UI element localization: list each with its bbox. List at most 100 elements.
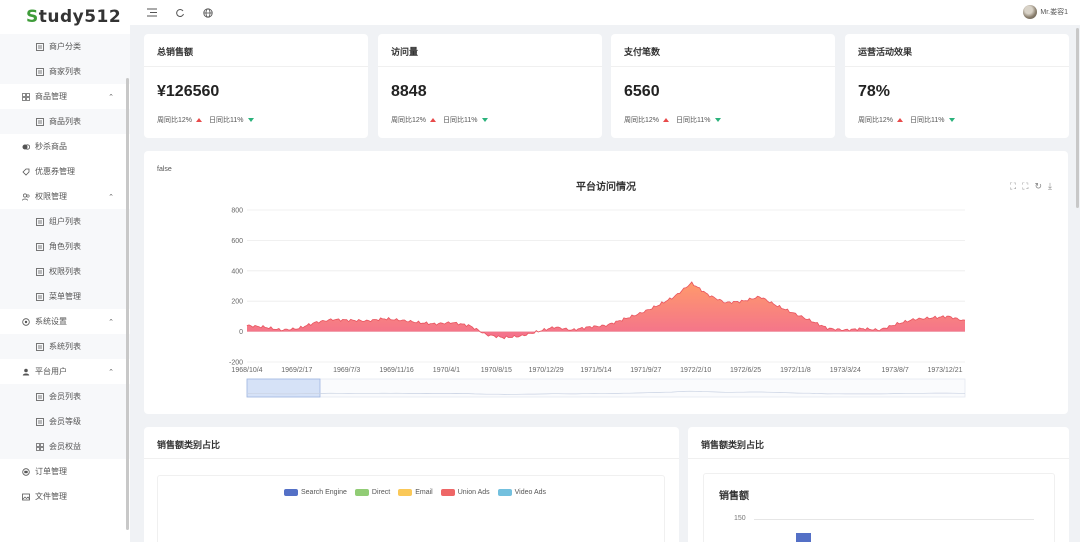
topbar: Mr.娄容1 (130, 0, 1080, 25)
sidebar-item[interactable]: 会员列表 (0, 384, 130, 409)
list-icon (35, 267, 45, 277)
trend-up-icon (430, 118, 437, 122)
submenu: 组户列表角色列表 权限列表菜单管理 (0, 209, 130, 309)
y-tick-label: 400 (231, 268, 243, 275)
submenu: 商品列表 (0, 109, 130, 134)
sidebar-item[interactable]: 订单管理 (0, 459, 130, 484)
panel-divider (688, 458, 1069, 459)
legend-item[interactable]: Union Ads (440, 489, 490, 496)
chevron-up-icon[interactable]: ⌃ (108, 318, 114, 326)
trend-up-icon (897, 118, 904, 122)
sidebar-item-label: 会员等级 (49, 417, 81, 426)
globe-icon[interactable] (202, 7, 214, 19)
sidebar-item[interactable]: 权限管理 ⌃ (0, 184, 130, 209)
sidebar-item[interactable]: 商家列表 (0, 59, 130, 84)
trend-up-icon (196, 118, 203, 122)
sidebar-item[interactable]: 优惠券管理 (0, 159, 130, 184)
sidebar-item[interactable]: 秒杀商品 (0, 134, 130, 159)
sidebar-item[interactable]: 商品管理 ⌃ (0, 84, 130, 109)
list-icon (35, 292, 45, 302)
legend-item[interactable]: Direct (354, 489, 390, 496)
coins-icon (21, 142, 31, 152)
y-tick-label: 0 (239, 329, 243, 336)
sidebar-item-label: 会员权益 (49, 442, 81, 451)
legend-item[interactable]: Video Ads (497, 489, 546, 496)
menu-toggle-icon[interactable] (146, 7, 158, 19)
legend-item[interactable]: Search Engine (284, 489, 347, 496)
sidebar-item-label: 商品管理 (35, 92, 67, 101)
stat-value: 8848 (391, 83, 427, 100)
stat-value: 78% (858, 83, 891, 100)
sidebar-item-label: 秒杀商品 (35, 142, 67, 151)
image-icon (21, 492, 31, 502)
sidebar-scrollbar[interactable] (126, 78, 129, 530)
list-icon (35, 342, 45, 352)
refresh-icon[interactable] (174, 7, 186, 19)
sidebar-item[interactable]: 角色列表 (0, 234, 130, 259)
sidebar-item-label: 组户列表 (49, 217, 81, 226)
list-icon (35, 392, 45, 402)
sidebar-item-label: 会员列表 (49, 392, 81, 401)
day-compare: 日同比11% (910, 117, 945, 124)
x-tick-label: 1972/6/25 (730, 367, 761, 374)
x-tick-label: 1972/2/10 (680, 367, 711, 374)
legend-label: Email (415, 489, 433, 496)
sidebar-item[interactable]: 系统列表 (0, 334, 130, 359)
y-tick-label: 200 (231, 299, 243, 306)
sidebar-item[interactable]: 菜单管理 (0, 284, 130, 309)
x-tick-label: 1970/12/29 (529, 367, 564, 374)
x-tick-label: 1968/10/4 (231, 367, 262, 374)
sidebar-item[interactable]: 组户列表 (0, 209, 130, 234)
legend-swatch (440, 489, 455, 496)
stat-value: ¥126560 (157, 83, 220, 100)
week-compare: 周同比12% (624, 117, 660, 124)
sidebar-item[interactable]: 系统设置 ⌃ (0, 309, 130, 334)
x-tick-label: 1970/8/15 (481, 367, 512, 374)
sidebar-item[interactable]: 文件管理 (0, 484, 130, 509)
trend-down-icon (247, 118, 254, 122)
stat-title: 总销售额 (157, 47, 194, 57)
visits-chart-card: false 平台访问情况 ⛶ ⛶ ↻ ⤓ -200 0 200 400 600 800 19… (144, 151, 1068, 414)
sidebar-item-label: 菜单管理 (49, 292, 81, 301)
list-icon (35, 242, 45, 252)
category-share-panel: 销售额类别占比 Search Engine Direct Email Union Ad… (144, 427, 679, 542)
sidebar-item-label: 订单管理 (35, 467, 67, 476)
sidebar-item-label: 优惠券管理 (35, 167, 75, 176)
stat-trend: 周同比12% 日同比11% (391, 115, 488, 125)
chevron-up-icon[interactable]: ⌃ (108, 93, 114, 101)
page-scrollbar[interactable] (1076, 28, 1079, 208)
chart-legend: Search Engine Direct Email Union Ads Video A… (284, 489, 546, 496)
stat-card: 总销售额 ¥126560 周同比12% 日同比11% (144, 34, 368, 138)
stat-divider (144, 66, 368, 67)
chevron-up-icon[interactable]: ⌃ (108, 193, 114, 201)
stat-title: 运营活动效果 (858, 47, 913, 57)
zoom-slider-track[interactable] (246, 378, 966, 398)
logo[interactable]: Study512 (0, 0, 130, 34)
x-tick-label: 1973/12/21 (927, 367, 962, 374)
legend-label: Search Engine (301, 489, 347, 496)
sidebar-item[interactable]: 商户分类 (0, 34, 130, 59)
legend-swatch (284, 489, 298, 496)
zoom-slider-handle[interactable] (246, 378, 321, 398)
week-compare: 周同比12% (858, 117, 894, 124)
user-menu[interactable]: Mr.娄容1 (1023, 5, 1068, 19)
submenu: 系统列表 (0, 334, 130, 359)
week-compare: 周同比12% (391, 117, 427, 124)
sidebar-item[interactable]: 平台用户 ⌃ (0, 359, 130, 384)
x-tick-label: 1969/11/16 (379, 367, 414, 374)
trend-down-icon (948, 118, 955, 122)
chevron-up-icon[interactable]: ⌃ (108, 368, 114, 376)
legend-item[interactable]: Email (398, 489, 433, 496)
sidebar-item[interactable]: 会员权益 (0, 434, 130, 459)
day-compare: 日同比11% (443, 117, 478, 124)
tag-icon (21, 167, 31, 177)
stat-title: 访问量 (391, 47, 419, 57)
pie-chart-area (157, 475, 665, 542)
sidebar-item-label: 权限管理 (35, 192, 67, 201)
sidebar-item[interactable]: 商品列表 (0, 109, 130, 134)
x-tick-label: 1969/2/17 (281, 367, 312, 374)
user-name: Mr.娄容1 (1040, 9, 1068, 16)
sidebar-item[interactable]: 权限列表 (0, 259, 130, 284)
y-tick-label: -200 (229, 360, 243, 367)
sidebar-item[interactable]: 会员等级 (0, 409, 130, 434)
